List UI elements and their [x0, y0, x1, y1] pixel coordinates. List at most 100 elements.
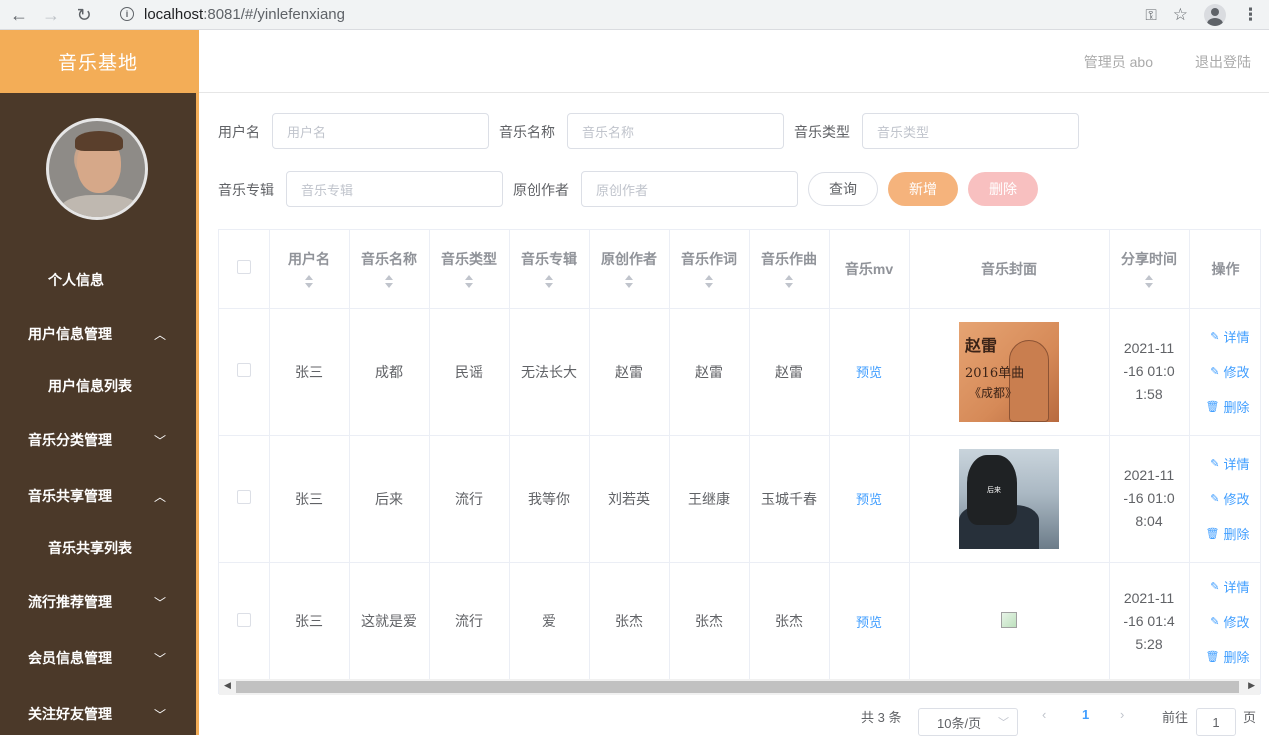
chevron-down-icon: ﹀ [153, 652, 166, 666]
sidebar-item-label: 用户信息管理 [28, 326, 112, 342]
query-button[interactable]: 查询 [808, 172, 878, 206]
row-delete-button[interactable]: 🗑 删除 [1206, 647, 1250, 666]
cell-music-type: 民谣 [429, 308, 510, 436]
browser-toolbar: ← → ↻ i localhost:8081/#/yinlefenxiang ⚿… [0, 0, 1269, 30]
sort-icon[interactable] [544, 274, 554, 289]
column-header[interactable]: 原创作者 [589, 230, 670, 309]
cell-share-time: 2021-11 -16 01:0 1:58 [1109, 308, 1190, 436]
goto-page-input[interactable]: 1 [1196, 708, 1236, 736]
current-page-number[interactable]: 1 [1082, 707, 1089, 722]
edit-button[interactable]: ✎ 修改 [1210, 612, 1249, 631]
mv-preview-link[interactable]: 预览 [856, 615, 882, 630]
row-checkbox[interactable] [236, 363, 251, 377]
scroll-right-icon[interactable]: ▶ [1248, 680, 1255, 691]
row-checkbox[interactable] [236, 612, 251, 627]
row-delete-button[interactable]: 🗑 删除 [1206, 524, 1250, 543]
detail-button[interactable]: ✎ 详情 [1210, 327, 1249, 346]
next-page-icon[interactable]: › [1120, 707, 1124, 722]
prev-page-icon[interactable]: ‹ [1042, 707, 1046, 722]
cell-composer: 赵雷 [749, 308, 830, 436]
sidebar-item-category-management[interactable]: 音乐分类管理 ﹀ [0, 420, 196, 460]
sidebar-item-personal-info[interactable]: 个人信息 [0, 260, 196, 300]
menu-dots-icon[interactable]: ⋮ [1242, 5, 1259, 25]
column-header[interactable]: 音乐作词 [669, 230, 750, 309]
delete-button[interactable]: 删除 [968, 172, 1038, 206]
cell-music-name: 这就是爱 [349, 562, 430, 681]
profile-icon[interactable] [1204, 4, 1226, 26]
sidebar-item-popular-management[interactable]: 流行推荐管理 ﹀ [0, 582, 196, 622]
author-input[interactable]: 原创作者 [581, 171, 798, 207]
cell-share-time: 2021-11 -16 01:4 5:28 [1109, 562, 1190, 681]
sidebar-item-label: 流行推荐管理 [28, 594, 112, 610]
chevron-down-icon: ﹀ [153, 596, 166, 610]
sidebar-item-label: 音乐共享列表 [48, 540, 132, 556]
sort-icon[interactable] [784, 274, 794, 289]
album-cover-image: 后来 [959, 448, 1059, 549]
edit-button[interactable]: ✎ 修改 [1210, 362, 1249, 381]
column-header[interactable]: 用户名 [269, 230, 350, 309]
cell-username: 张三 [269, 562, 350, 681]
cell-author: 赵雷 [589, 308, 670, 436]
cell-username: 张三 [269, 308, 350, 436]
horizontal-scrollbar[interactable]: ◀ ▶ [219, 679, 1260, 695]
column-header[interactable]: 音乐名称 [349, 230, 430, 309]
page-size-value: 10条/页 [937, 715, 982, 731]
mv-preview-link[interactable]: 预览 [856, 365, 882, 380]
username-input[interactable]: 用户名 [272, 113, 489, 149]
cell-music-name: 后来 [349, 435, 430, 563]
chevron-up-icon: ︿ [153, 328, 166, 342]
add-button[interactable]: 新增 [888, 172, 958, 206]
sidebar: 音乐基地 个人信息 用户信息管理 ︿ 用户信息列表 音乐分类管理 ﹀ 音乐共享管理 ︿… [0, 30, 196, 735]
key-icon[interactable]: ⚿ [1145, 7, 1156, 24]
sort-icon[interactable] [624, 274, 634, 289]
column-header[interactable]: 音乐作曲 [749, 230, 830, 309]
avatar [46, 118, 148, 220]
edit-icon: ✎ [1210, 458, 1220, 470]
cell-username: 张三 [269, 435, 350, 563]
back-icon[interactable]: ← [8, 4, 30, 26]
sidebar-accent-bar [196, 30, 199, 735]
sidebar-item-share-list[interactable]: 音乐共享列表 [0, 528, 196, 568]
sidebar-item-member-management[interactable]: 会员信息管理 ﹀ [0, 638, 196, 678]
sidebar-item-user-list[interactable]: 用户信息列表 [0, 366, 196, 406]
forward-icon[interactable]: → [40, 4, 62, 26]
logout-link[interactable]: 退出登陆 [1195, 52, 1251, 72]
sidebar-item-share-management[interactable]: 音乐共享管理 ︿ [0, 476, 196, 516]
reload-icon[interactable]: ↻ [73, 4, 95, 26]
music-share-table: 用户名 音乐名称 音乐类型 音乐专辑 原创作者 音乐作词 音乐作曲 音乐mv 音… [218, 229, 1261, 694]
goto-label: 前往 [1162, 710, 1189, 725]
sort-icon[interactable] [704, 274, 714, 289]
edit-button[interactable]: ✎ 修改 [1210, 489, 1249, 508]
row-checkbox[interactable] [236, 490, 251, 504]
address-bar[interactable]: i localhost:8081/#/yinlefenxiang [108, 1, 1198, 27]
column-header[interactable]: 音乐专辑 [509, 230, 590, 309]
page-size-select[interactable]: 10条/页 ﹀ [918, 708, 1018, 736]
mv-preview-link[interactable]: 预览 [856, 492, 882, 507]
column-header[interactable]: 分享时间 [1109, 230, 1190, 309]
detail-button[interactable]: ✎ 详情 [1210, 454, 1249, 473]
album-input[interactable]: 音乐专辑 [286, 171, 503, 207]
sort-icon[interactable] [1144, 274, 1154, 289]
brand-title: 音乐基地 [0, 30, 196, 93]
sidebar-item-friends-management[interactable]: 关注好友管理 ﹀ [0, 694, 196, 734]
site-info-icon[interactable]: i [120, 7, 134, 21]
music-name-input[interactable]: 音乐名称 [567, 113, 784, 149]
cell-composer: 张杰 [749, 562, 830, 681]
sort-icon[interactable] [464, 274, 474, 289]
album-label: 音乐专辑 [218, 182, 274, 198]
sort-icon[interactable] [304, 274, 314, 289]
scroll-left-icon[interactable]: ◀ [224, 680, 231, 691]
sidebar-item-user-management[interactable]: 用户信息管理 ︿ [0, 314, 196, 354]
total-count: 共 3 条 [861, 710, 902, 725]
column-header: 音乐mv [829, 230, 910, 309]
row-delete-button[interactable]: 🗑 删除 [1206, 397, 1250, 416]
scrollbar-thumb[interactable] [236, 681, 1239, 693]
column-header[interactable]: 音乐类型 [429, 230, 510, 309]
top-header: 管理员 abo 退出登陆 [199, 30, 1269, 93]
star-icon[interactable]: ☆ [1173, 5, 1188, 25]
select-all-checkbox[interactable] [236, 260, 251, 275]
edit-icon: ✎ [1210, 615, 1220, 628]
detail-button[interactable]: ✎ 详情 [1210, 577, 1249, 596]
sort-icon[interactable] [384, 274, 394, 289]
music-type-input[interactable]: 音乐类型 [862, 113, 1079, 149]
